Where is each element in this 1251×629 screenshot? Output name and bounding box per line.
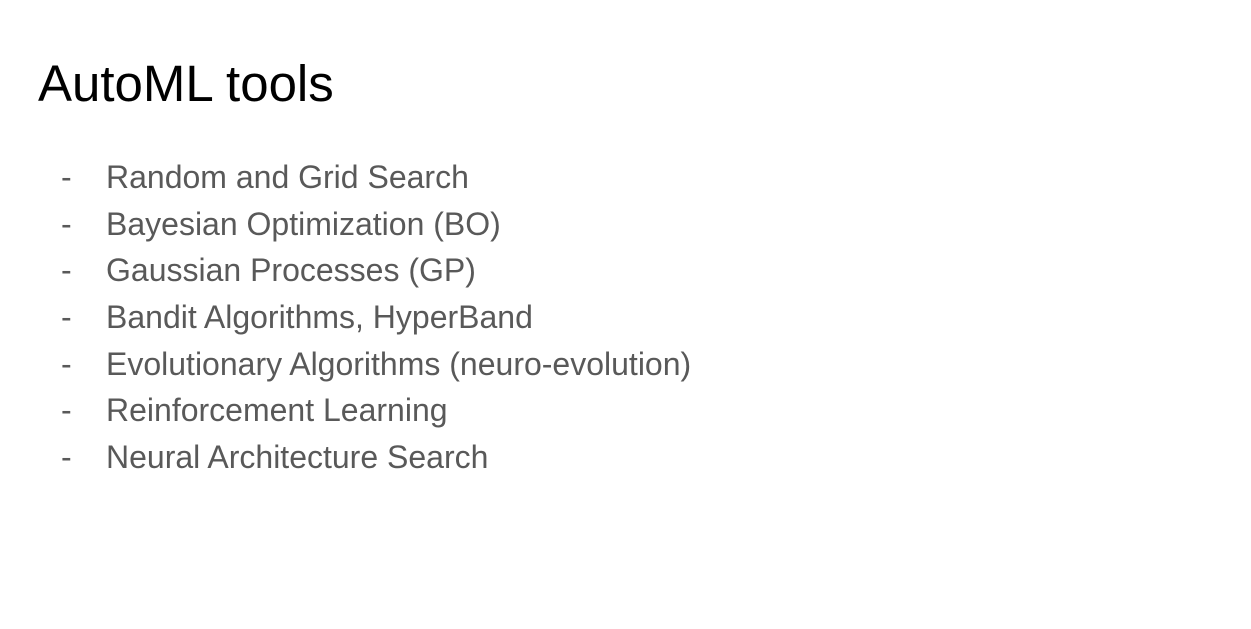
bullet-dash: - [61,392,72,429]
bullet-dash: - [61,345,72,382]
list-item-text: Bayesian Optimization (BO) [106,205,501,242]
slide: AutoML tools - Random and Grid Search - … [0,0,1251,629]
list-item-text: Gaussian Processes (GP) [106,252,476,289]
list-item-text: Random and Grid Search [106,159,469,195]
bullet-dash: - [61,252,72,289]
list-item-text: Reinforcement Learning [106,392,448,429]
list-item-text: Neural Architecture Search [106,439,489,476]
list-item-text: Bandit Algorithms, HyperBand [106,299,533,336]
bullet-dash: - [61,439,72,476]
bullet-dash: - [61,205,72,242]
bullet-dash: - [61,299,72,336]
list-item-text: Evolutionary Algorithms (neuro-evolution… [106,345,692,382]
bullet-dash: - [61,159,72,195]
slide-title: AutoML tools [38,55,334,112]
